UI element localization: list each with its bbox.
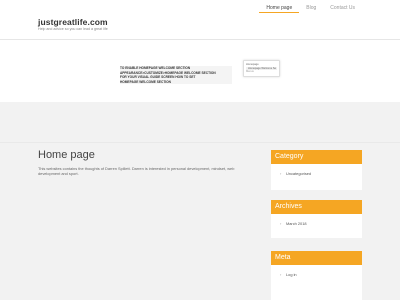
widget-body: › March 2018	[271, 214, 362, 231]
login-link[interactable]: › Log in	[280, 272, 357, 277]
site-branding: justgreatlife.com Help and advice so you…	[38, 18, 108, 32]
page-intro-text: This websites contains the thoughts of D…	[38, 166, 235, 177]
category-widget: Category › Uncategorised	[271, 150, 362, 190]
page-title: Home page	[38, 149, 95, 161]
customizer-line: Menus	[246, 70, 254, 73]
nav-item-contact-us[interactable]: Contact Us	[323, 0, 362, 13]
category-link[interactable]: › Uncategorised	[280, 171, 357, 176]
main-content: Home page This websites contains the tho…	[38, 148, 258, 177]
widget-title-category: Category	[271, 150, 362, 164]
customizer-screenshot: Homepage Homepage Welcome Se Menus	[243, 60, 280, 77]
category-label: Uncategorised	[286, 171, 312, 176]
homepage-welcome-section: TO ENABLE HOMEPAGE WELCOME SECTION APPEA…	[0, 40, 400, 102]
widget-title-meta: Meta	[271, 251, 362, 265]
welcome-line: HOMEPAGE WELCOME SECTION	[120, 79, 232, 85]
site-title[interactable]: justgreatlife.com	[38, 18, 108, 27]
widget-title-archives: Archives	[271, 200, 362, 214]
divider	[0, 142, 400, 143]
archive-link[interactable]: › March 2018	[280, 221, 357, 226]
archive-label: March 2018	[286, 221, 307, 226]
nav-item-blog[interactable]: Blog	[299, 0, 323, 13]
chevron-right-icon: ›	[280, 272, 282, 277]
site-header: justgreatlife.com Help and advice so you…	[0, 0, 400, 40]
welcome-instructions: TO ENABLE HOMEPAGE WELCOME SECTION APPEA…	[120, 66, 232, 85]
login-label: Log in	[286, 272, 297, 277]
archives-widget: Archives › March 2018	[271, 200, 362, 238]
chevron-right-icon: ›	[280, 221, 282, 226]
site-tagline: Help and advice so you can lead a great …	[38, 27, 108, 31]
widget-body: › Uncategorised	[271, 164, 362, 181]
meta-widget: Meta › Log in	[271, 251, 362, 300]
section-band	[0, 102, 400, 142]
main-nav: Home page Blog Contact Us	[259, 0, 362, 13]
chevron-right-icon: ›	[280, 171, 282, 176]
nav-item-home-page[interactable]: Home page	[259, 0, 300, 13]
widget-body: › Log in	[271, 265, 362, 282]
